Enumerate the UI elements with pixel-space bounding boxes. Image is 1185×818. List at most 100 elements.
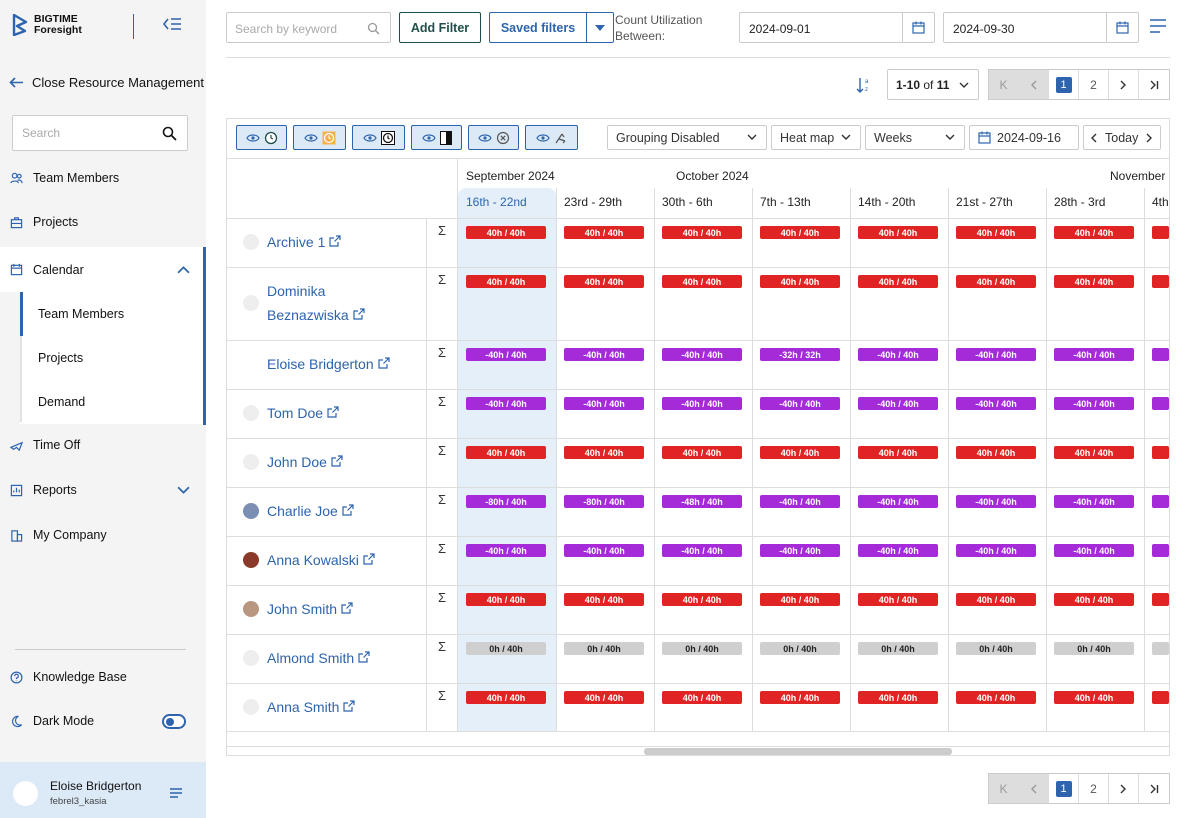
menu-icon[interactable] (170, 788, 182, 798)
horizontal-scrollbar[interactable] (644, 748, 952, 755)
utilization-cell[interactable]: -40h / 40h (662, 544, 742, 557)
sidebar-subitem-team-members[interactable]: Team Members (20, 292, 206, 336)
view-toggle-1[interactable] (236, 125, 287, 150)
utilization-cell[interactable]: 0h / 40h (466, 642, 546, 655)
utilization-cell-clipped[interactable] (1152, 348, 1169, 361)
sort-az-icon[interactable]: az (856, 77, 872, 93)
external-link-icon[interactable] (327, 406, 339, 418)
utilization-cell[interactable]: -40h / 40h (858, 544, 938, 557)
utilization-cell[interactable]: 0h / 40h (858, 642, 938, 655)
utilization-cell[interactable]: -80h / 40h (466, 495, 546, 508)
prev-page-button[interactable] (1019, 70, 1049, 99)
first-page-button[interactable]: K (989, 774, 1019, 803)
utilization-cell[interactable]: -40h / 40h (858, 495, 938, 508)
utilization-cell-clipped[interactable] (1152, 593, 1169, 606)
utilization-cell[interactable]: 40h / 40h (760, 226, 840, 239)
collapse-sidebar-icon[interactable] (162, 16, 182, 35)
utilization-cell[interactable]: 40h / 40h (858, 691, 938, 704)
utilization-cell[interactable]: -40h / 40h (1054, 495, 1134, 508)
utilization-cell[interactable]: 40h / 40h (564, 691, 644, 704)
period-select[interactable]: Weeks (865, 125, 965, 150)
sum-icon[interactable]: Σ (438, 541, 446, 556)
team-member-name[interactable]: Charlie Joe (267, 499, 354, 523)
utilization-cell[interactable]: -40h / 40h (564, 544, 644, 557)
chevron-left-icon[interactable] (1090, 133, 1097, 143)
utilization-cell[interactable]: 40h / 40h (1054, 226, 1134, 239)
utilization-cell[interactable]: 40h / 40h (760, 275, 840, 288)
today-nav[interactable]: Today (1083, 125, 1161, 150)
view-toggle-4[interactable] (411, 125, 462, 150)
external-link-icon[interactable] (363, 553, 375, 565)
utilization-cell[interactable]: -40h / 40h (1054, 397, 1134, 410)
utilization-cell[interactable]: 40h / 40h (662, 226, 742, 239)
sidebar-item-team-members[interactable]: Team Members (0, 158, 206, 198)
external-link-icon[interactable] (341, 602, 353, 614)
utilization-cell[interactable]: -40h / 40h (956, 348, 1036, 361)
sidebar-item-time-off[interactable]: Time Off (0, 425, 206, 465)
utilization-cell[interactable]: 40h / 40h (858, 226, 938, 239)
external-link-icon[interactable] (377, 357, 390, 369)
utilization-cell-clipped[interactable] (1152, 446, 1169, 459)
sum-icon[interactable]: Σ (438, 345, 446, 360)
sidebar-item-knowledge-base[interactable]: Knowledge Base (0, 657, 206, 697)
utilization-cell[interactable]: -40h / 40h (1054, 348, 1134, 361)
view-toggle-6[interactable] (525, 125, 578, 150)
utilization-cell[interactable]: 40h / 40h (760, 446, 840, 459)
grid-date-picker[interactable]: 2024-09-16 (969, 125, 1079, 150)
utilization-cell[interactable]: 40h / 40h (564, 275, 644, 288)
utilization-cell[interactable]: 40h / 40h (662, 593, 742, 606)
prev-page-button[interactable] (1019, 774, 1049, 803)
utilization-cell[interactable]: 40h / 40h (466, 226, 546, 239)
utilization-cell-clipped[interactable] (1152, 495, 1169, 508)
date-to-field[interactable]: 2024-09-30 (943, 12, 1139, 43)
team-member-name[interactable]: Almond Smith (267, 646, 370, 670)
utilization-cell[interactable]: 0h / 40h (662, 642, 742, 655)
utilization-cell[interactable]: 40h / 40h (564, 446, 644, 459)
utilization-cell[interactable]: 40h / 40h (956, 446, 1036, 459)
date-from-field[interactable]: 2024-09-01 (739, 12, 935, 43)
saved-filters-dropdown[interactable] (586, 12, 614, 43)
chevron-right-icon[interactable] (1146, 133, 1153, 143)
user-profile[interactable]: Eloise Bridgerton febrel3_kasia (0, 762, 206, 818)
sum-icon[interactable]: Σ (438, 492, 446, 507)
team-member-name[interactable]: Eloise Bridgerton (267, 352, 390, 376)
next-page-button[interactable] (1109, 774, 1139, 803)
week-header[interactable]: 21st - 27th (956, 195, 1013, 209)
week-header[interactable]: 16th - 22nd (466, 195, 527, 209)
utilization-cell-clipped[interactable] (1152, 642, 1169, 655)
calendar-icon[interactable] (1106, 13, 1138, 42)
page-size-select[interactable]: 1-10 of 11 (887, 69, 979, 100)
utilization-cell[interactable]: -40h / 40h (466, 397, 546, 410)
first-page-button[interactable]: K (989, 70, 1019, 99)
sum-icon[interactable]: Σ (438, 639, 446, 654)
external-link-icon[interactable] (358, 651, 370, 663)
view-mode-select[interactable]: Heat map (771, 125, 861, 150)
last-page-button[interactable] (1139, 774, 1169, 803)
utilization-cell[interactable]: -40h / 40h (956, 495, 1036, 508)
last-page-button[interactable] (1139, 70, 1169, 99)
page-button-1[interactable]: 1 (1049, 774, 1079, 803)
utilization-cell[interactable]: 40h / 40h (956, 593, 1036, 606)
utilization-cell[interactable]: -40h / 40h (662, 348, 742, 361)
utilization-cell[interactable]: 40h / 40h (956, 275, 1036, 288)
chevron-up-icon[interactable] (177, 263, 190, 276)
columns-menu-icon[interactable] (1150, 19, 1166, 33)
search-input[interactable]: Search by keyword (226, 12, 391, 43)
sum-icon[interactable]: Σ (438, 272, 446, 287)
sidebar-item-calendar[interactable]: Calendar (0, 247, 206, 292)
sidebar-subitem-projects[interactable]: Projects (20, 336, 206, 380)
utilization-cell[interactable]: 40h / 40h (1054, 275, 1134, 288)
utilization-cell[interactable]: 40h / 40h (858, 593, 938, 606)
week-header[interactable]: 7th - 13th (760, 195, 811, 209)
external-link-icon[interactable] (343, 700, 355, 712)
view-toggle-3[interactable] (352, 125, 405, 150)
page-button-2[interactable]: 2 (1079, 70, 1109, 99)
team-member-name[interactable]: Anna Kowalski (267, 548, 375, 572)
sum-icon[interactable]: Σ (438, 590, 446, 605)
team-member-name[interactable]: Tom Doe (267, 401, 339, 425)
utilization-cell-clipped[interactable] (1152, 544, 1169, 557)
utilization-cell[interactable]: 40h / 40h (564, 226, 644, 239)
sidebar-item-reports[interactable]: Reports (0, 470, 206, 510)
utilization-cell[interactable]: 0h / 40h (564, 642, 644, 655)
sidebar-search-input[interactable]: Search (12, 115, 188, 151)
